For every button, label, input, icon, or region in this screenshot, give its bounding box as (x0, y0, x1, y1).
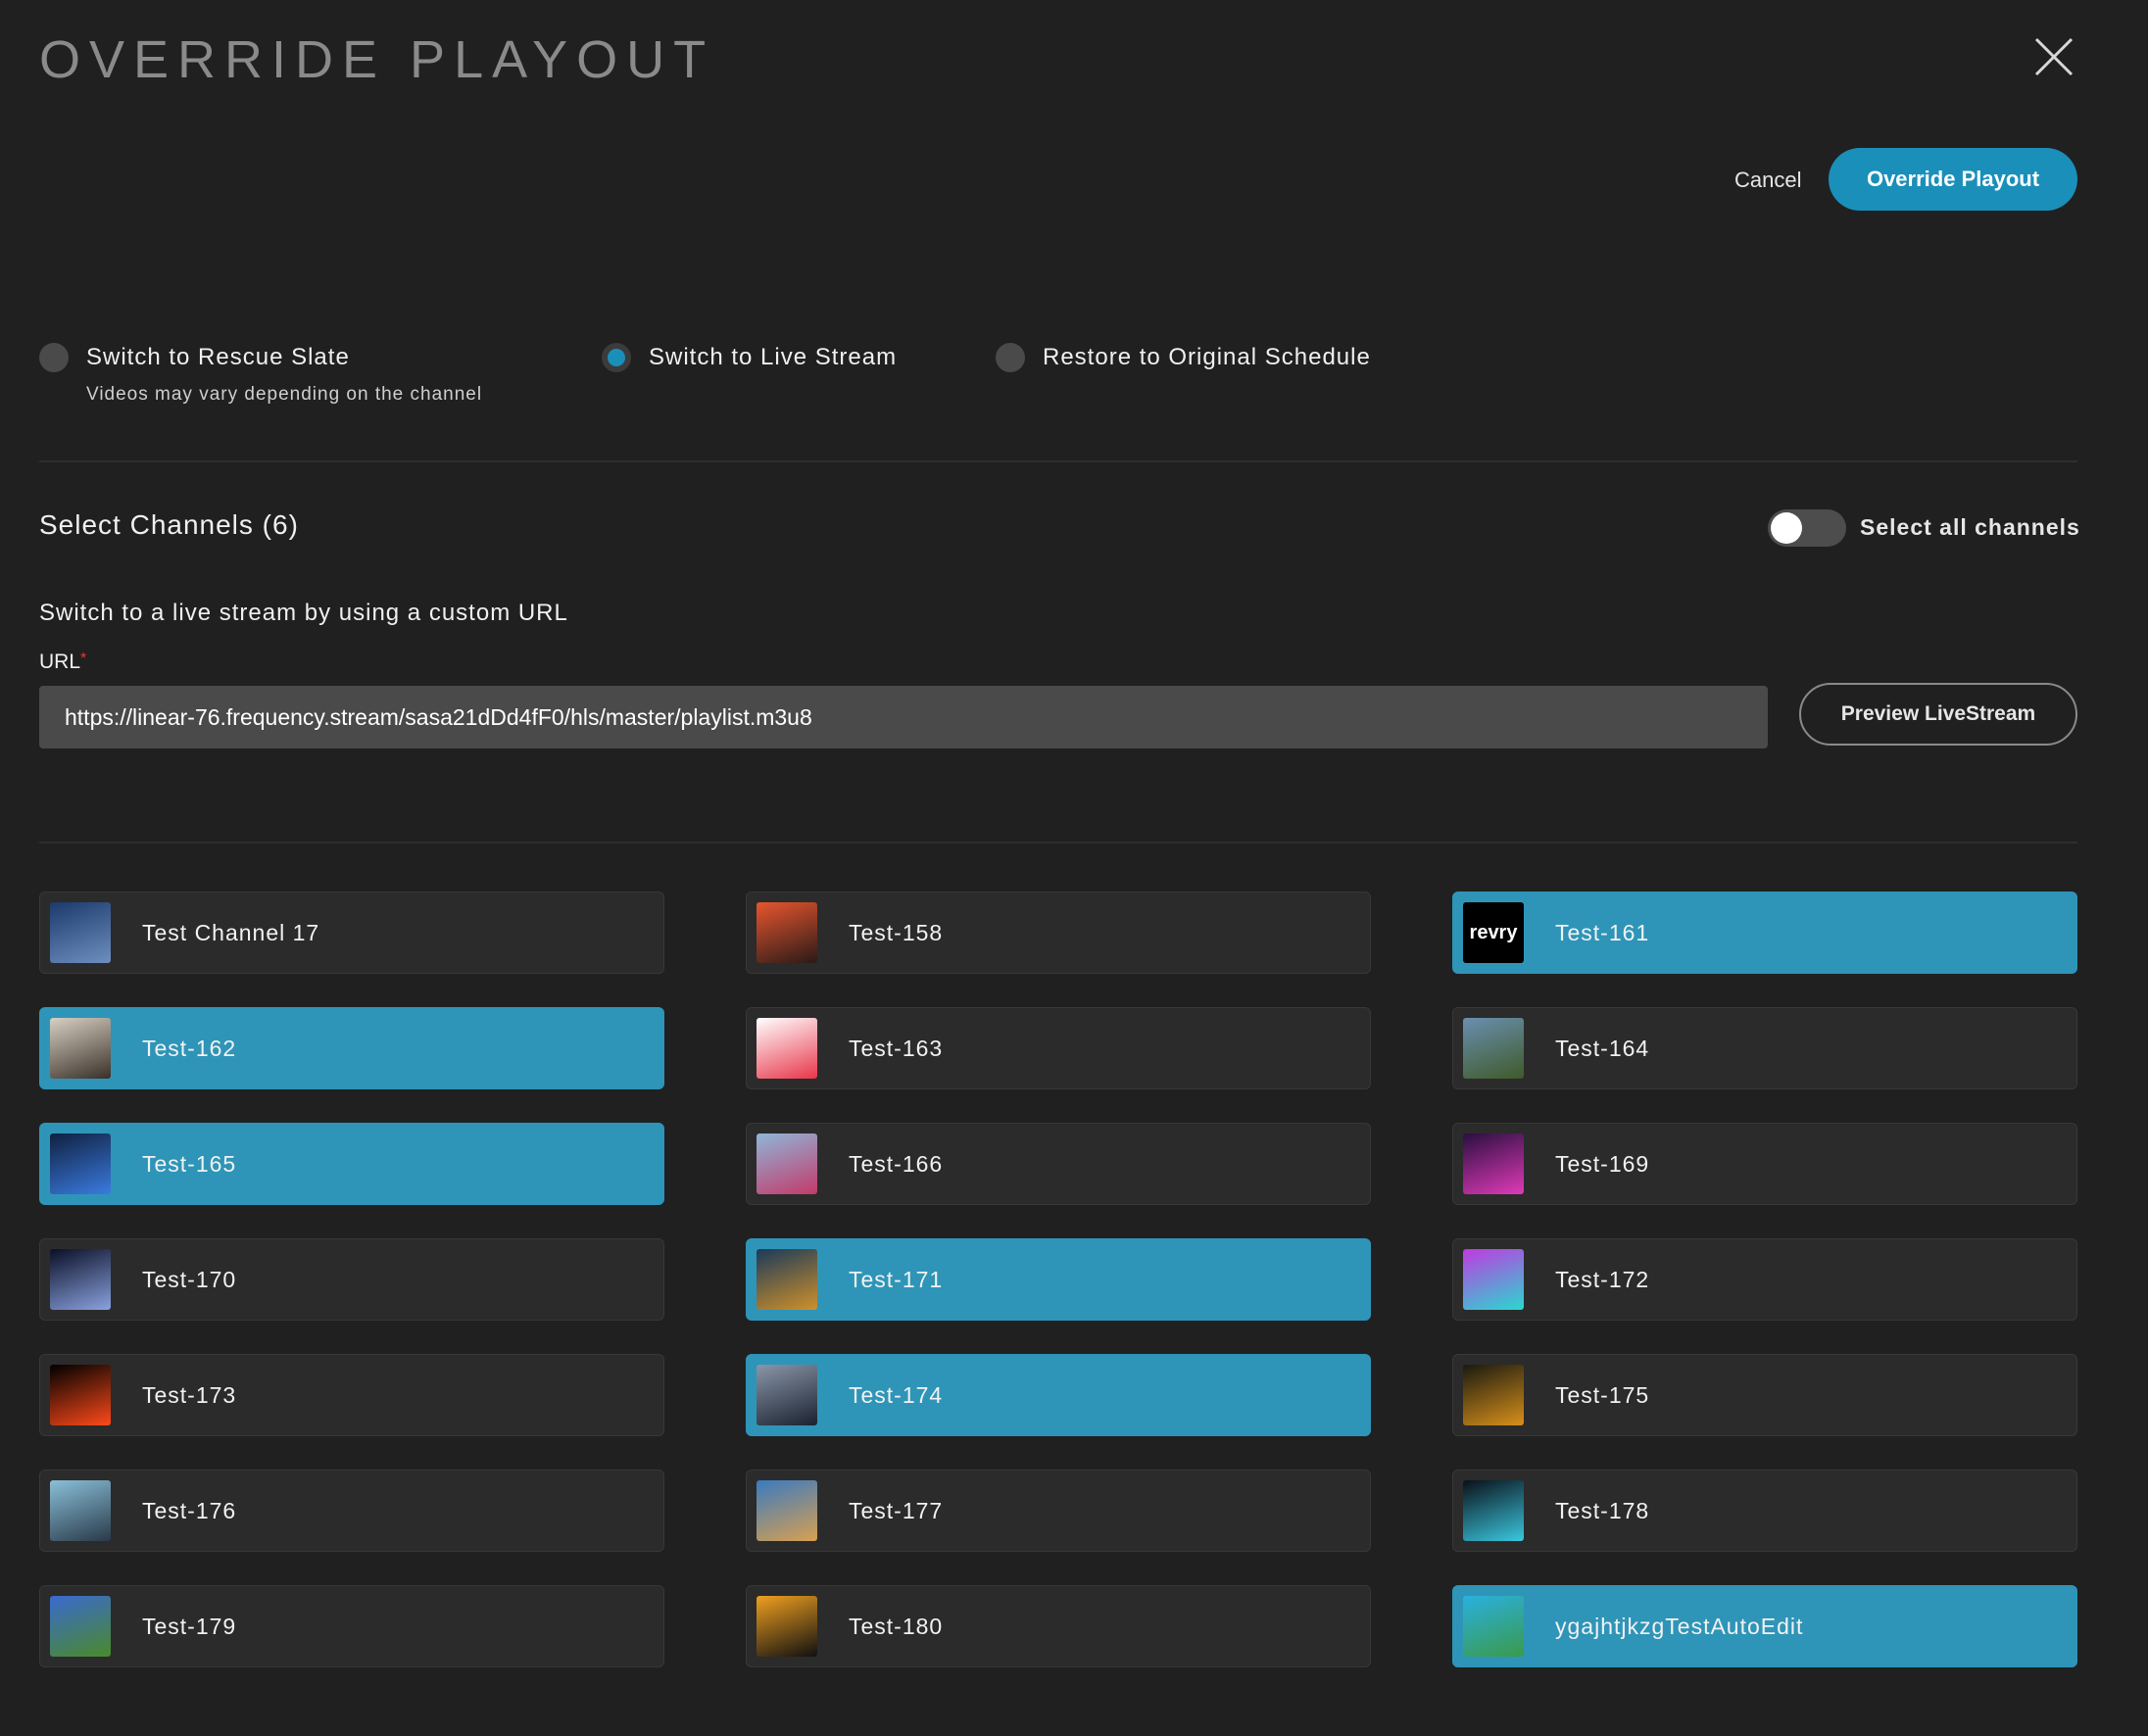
channel-name: Test-163 (849, 1035, 944, 1061)
channel-card[interactable]: Test-164 (1452, 1007, 2077, 1089)
channel-card[interactable]: Test-179 (39, 1585, 664, 1667)
radio-button[interactable] (996, 343, 1025, 372)
url-input[interactable] (39, 686, 1768, 748)
option-label: Switch to Live Stream (649, 344, 898, 370)
channel-thumbnail (757, 902, 817, 963)
channel-name: Test-162 (142, 1035, 237, 1061)
channel-name: Test-178 (1555, 1497, 1650, 1523)
channel-card[interactable]: Test-180 (746, 1585, 1371, 1667)
channel-name: Test-174 (849, 1381, 944, 1408)
channel-thumbnail: revry (1463, 902, 1524, 963)
channel-thumbnail (50, 1596, 111, 1657)
channel-name: Test-172 (1555, 1266, 1650, 1292)
channel-card[interactable]: ygajhtjkzgTestAutoEdit (1452, 1585, 2077, 1667)
channel-name: Test-177 (849, 1497, 944, 1523)
preview-livestream-button[interactable]: Preview LiveStream (1799, 683, 2077, 746)
channel-card[interactable]: Test-170 (39, 1238, 664, 1321)
channel-thumbnail (757, 1596, 817, 1657)
channel-name: Test-169 (1555, 1150, 1650, 1177)
channel-thumbnail (1463, 1133, 1524, 1194)
channel-name: Test-175 (1555, 1381, 1650, 1408)
channel-card[interactable]: Test-165 (39, 1123, 664, 1205)
channel-name: Test-176 (142, 1497, 237, 1523)
option-label: Restore to Original Schedule (1043, 344, 1371, 370)
radio-button-selected[interactable] (602, 343, 631, 372)
channel-name: Test-161 (1555, 919, 1650, 945)
select-all-label: Select all channels (1860, 514, 2080, 540)
channel-card[interactable]: Test-162 (39, 1007, 664, 1089)
channel-card[interactable]: Test-173 (39, 1354, 664, 1436)
channel-thumbnail (1463, 1596, 1524, 1657)
divider (39, 842, 2077, 844)
channel-name: Test-170 (142, 1266, 237, 1292)
channel-card[interactable]: Test-169 (1452, 1123, 2077, 1205)
channel-thumbnail (50, 1133, 111, 1194)
channel-thumbnail (1463, 1018, 1524, 1079)
channel-thumbnail (50, 1249, 111, 1310)
select-all-toggle[interactable] (1768, 509, 1846, 547)
url-label: URL* (39, 651, 86, 674)
channel-card[interactable]: Test-178 (1452, 1470, 2077, 1552)
option-live-stream[interactable]: Switch to Live Stream (602, 343, 897, 372)
channel-name: Test-180 (849, 1613, 944, 1639)
channel-name: Test-173 (142, 1381, 237, 1408)
channel-card[interactable]: Test-171 (746, 1238, 1371, 1321)
channel-thumbnail (757, 1018, 817, 1079)
toggle-knob (1771, 512, 1802, 544)
channel-card[interactable]: Test-172 (1452, 1238, 2077, 1321)
option-restore-schedule[interactable]: Restore to Original Schedule (996, 343, 1371, 372)
option-label: Switch to Rescue Slate (86, 344, 350, 370)
channel-thumbnail (757, 1133, 817, 1194)
channel-card[interactable]: Test-175 (1452, 1354, 2077, 1436)
url-hint: Switch to a live stream by using a custo… (39, 600, 568, 626)
channel-name: Test Channel 17 (142, 919, 320, 945)
cancel-button[interactable]: Cancel (1725, 157, 1811, 204)
channel-card[interactable]: Test-177 (746, 1470, 1371, 1552)
channel-thumbnail (50, 1018, 111, 1079)
channel-card[interactable]: Test-163 (746, 1007, 1371, 1089)
divider (39, 460, 2077, 462)
channel-name: Test-158 (849, 919, 944, 945)
channel-name: Test-171 (849, 1266, 944, 1292)
channel-name: Test-164 (1555, 1035, 1650, 1061)
channel-name: Test-166 (849, 1150, 944, 1177)
channel-card[interactable]: Test-166 (746, 1123, 1371, 1205)
section-title: Select Channels (6) (39, 509, 299, 540)
channel-thumbnail (757, 1249, 817, 1310)
channel-thumbnail (1463, 1365, 1524, 1425)
channel-card[interactable]: revry Test-161 (1452, 892, 2077, 974)
override-playout-button[interactable]: Override Playout (1829, 148, 2077, 211)
option-description: Videos may vary depending on the channel (86, 384, 483, 405)
url-label-text: URL (39, 651, 81, 673)
close-button[interactable] (2030, 33, 2077, 80)
option-rescue-slate[interactable]: Switch to Rescue Slate (39, 343, 350, 372)
channel-thumbnail (757, 1365, 817, 1425)
channel-card[interactable]: Test-176 (39, 1470, 664, 1552)
close-icon (2034, 37, 2074, 76)
channel-name: ygajhtjkzgTestAutoEdit (1555, 1613, 1804, 1639)
channel-card[interactable]: Test Channel 17 (39, 892, 664, 974)
radio-button[interactable] (39, 343, 69, 372)
channel-thumbnail (757, 1480, 817, 1541)
page-title: OVERRIDE PLAYOUT (39, 30, 715, 89)
channel-thumbnail (50, 1365, 111, 1425)
channel-thumbnail (1463, 1249, 1524, 1310)
channel-name: Test-165 (142, 1150, 237, 1177)
channel-thumbnail (50, 902, 111, 963)
required-mark: * (80, 651, 87, 667)
channel-name: Test-179 (142, 1613, 237, 1639)
channel-card[interactable]: Test-174 (746, 1354, 1371, 1436)
channel-card[interactable]: Test-158 (746, 892, 1371, 974)
channel-thumbnail (50, 1480, 111, 1541)
channel-thumbnail (1463, 1480, 1524, 1541)
